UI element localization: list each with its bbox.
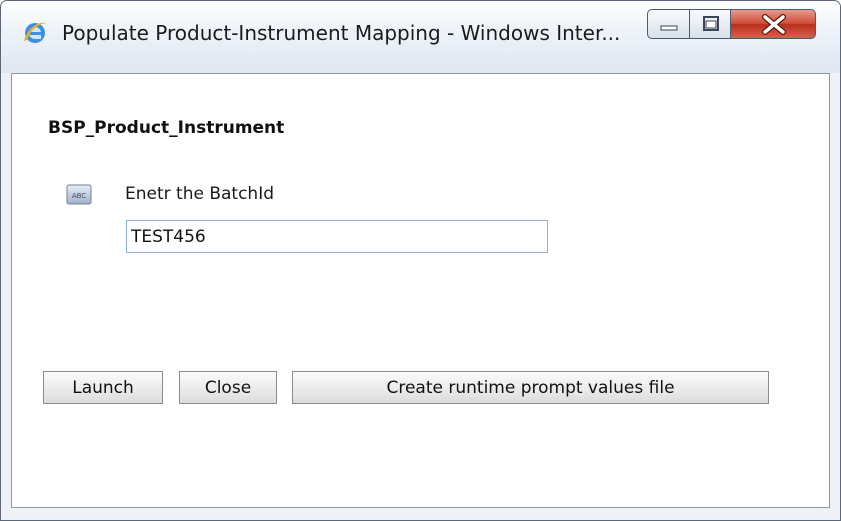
maximize-button[interactable]	[689, 9, 731, 39]
batch-id-input[interactable]	[126, 220, 548, 253]
title-bar[interactable]: Populate Product-Instrument Mapping - Wi…	[1, 1, 840, 73]
close-button[interactable]: Close	[179, 371, 277, 404]
popup-window: Populate Product-Instrument Mapping - Wi…	[0, 0, 841, 521]
minimize-button[interactable]	[647, 9, 690, 39]
create-runtime-prompt-file-button[interactable]: Create runtime prompt values file	[292, 371, 769, 404]
dialog-content: BSP_Product_Instrument ABC Enetr the Bat…	[11, 73, 830, 508]
window-title: Populate Product-Instrument Mapping - Wi…	[62, 21, 621, 45]
launch-button[interactable]: Launch	[43, 371, 163, 404]
svg-text:ABC: ABC	[72, 192, 86, 200]
internet-explorer-icon	[22, 20, 48, 46]
maximize-icon	[703, 16, 719, 31]
close-window-button[interactable]	[730, 9, 816, 39]
batch-id-label: Enetr the BatchId	[125, 184, 275, 204]
abc-text-icon: ABC	[66, 184, 92, 206]
minimize-icon	[660, 25, 678, 31]
close-icon	[762, 14, 786, 35]
form-heading: BSP_Product_Instrument	[48, 118, 285, 138]
